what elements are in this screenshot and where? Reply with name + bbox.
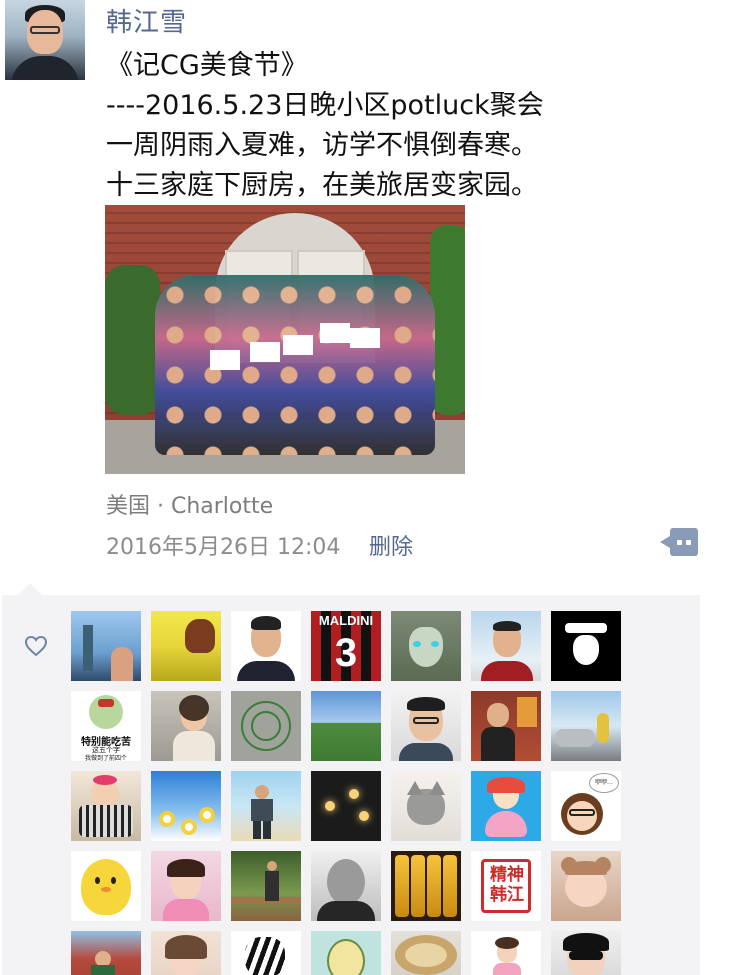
liker-avatar[interactable] bbox=[391, 691, 461, 761]
liker-avatar[interactable] bbox=[391, 931, 461, 975]
liker-avatar[interactable] bbox=[551, 611, 621, 681]
liker-avatar[interactable]: MALDINI 3 bbox=[311, 611, 381, 681]
liker-avatar[interactable] bbox=[551, 931, 621, 975]
photo-sign bbox=[320, 323, 350, 343]
delete-link[interactable]: 删除 bbox=[369, 529, 413, 561]
liker-avatar[interactable] bbox=[151, 771, 221, 841]
liker-avatar[interactable]: 精神韩江 bbox=[471, 851, 541, 921]
photo-sign bbox=[250, 342, 280, 362]
post-line: ----2016.5.23日晚小区potluck聚会 bbox=[106, 90, 544, 121]
seal-text: 精神韩江 bbox=[490, 865, 524, 905]
liker-avatar[interactable] bbox=[311, 931, 381, 975]
post-text: 《记CG美食节》 ----2016.5.23日晚小区potluck聚会 一周阴雨… bbox=[106, 46, 706, 206]
bubble-body bbox=[670, 528, 698, 556]
post-line: 一周阴雨入夏难，访学不惧倒春寒。 bbox=[106, 130, 538, 161]
likes-panel-arrow bbox=[18, 583, 42, 595]
avatar-body bbox=[11, 56, 79, 80]
sticker-line: 我做到了前四个 bbox=[84, 755, 127, 761]
bubble-tail bbox=[660, 536, 670, 548]
post-timestamp: 2016年5月26日 12:04 bbox=[106, 535, 341, 560]
liker-avatar[interactable] bbox=[231, 771, 301, 841]
photo-group-people bbox=[155, 275, 435, 455]
liker-avatar[interactable] bbox=[471, 931, 541, 975]
liker-avatar[interactable] bbox=[231, 851, 301, 921]
photo-sign bbox=[210, 350, 240, 370]
liker-avatar[interactable] bbox=[151, 691, 221, 761]
liker-avatar[interactable]: 咿咿… bbox=[551, 771, 621, 841]
photo-bush-left bbox=[105, 265, 160, 415]
post-line: 《记CG美食节》 bbox=[106, 50, 308, 81]
post-line: 十三家庭下厨房，在美旅居变家园。 bbox=[106, 170, 538, 201]
liker-avatar[interactable] bbox=[391, 851, 461, 921]
liker-avatar[interactable] bbox=[391, 611, 461, 681]
liker-avatar[interactable] bbox=[311, 771, 381, 841]
liker-avatar[interactable] bbox=[151, 611, 221, 681]
liker-avatar[interactable] bbox=[231, 931, 301, 975]
liker-avatar[interactable] bbox=[71, 771, 141, 841]
liker-avatar[interactable] bbox=[231, 611, 301, 681]
liker-avatar[interactable] bbox=[551, 851, 621, 921]
bubble-dot bbox=[686, 540, 691, 545]
speech-bubble-text: 咿咿… bbox=[594, 779, 613, 786]
liker-avatar[interactable] bbox=[311, 691, 381, 761]
liker-avatar[interactable] bbox=[471, 771, 541, 841]
liker-avatar[interactable]: 特别能吃苦 这五个字 我做到了前四个 bbox=[71, 691, 141, 761]
liker-avatar[interactable] bbox=[231, 691, 301, 761]
liker-avatar[interactable] bbox=[71, 851, 141, 921]
liker-avatar[interactable] bbox=[311, 851, 381, 921]
liker-avatar[interactable] bbox=[151, 931, 221, 975]
location-label[interactable]: 美国 · Charlotte bbox=[106, 488, 273, 520]
liker-avatar[interactable] bbox=[551, 691, 621, 761]
photo-sign bbox=[283, 335, 313, 355]
author-avatar[interactable] bbox=[5, 0, 85, 80]
comment-bubble-icon[interactable] bbox=[660, 528, 698, 556]
heart-icon bbox=[24, 635, 48, 657]
liker-avatar[interactable] bbox=[71, 931, 141, 975]
liker-avatar[interactable] bbox=[71, 611, 141, 681]
photo-sign bbox=[350, 328, 380, 348]
liker-avatar[interactable] bbox=[151, 851, 221, 921]
photo-bush-right bbox=[430, 225, 465, 415]
author-name[interactable]: 韩江雪 bbox=[106, 2, 187, 39]
liker-avatar[interactable] bbox=[471, 691, 541, 761]
liker-avatar[interactable] bbox=[471, 611, 541, 681]
post-photo[interactable] bbox=[105, 205, 465, 474]
liker-avatar[interactable] bbox=[391, 771, 461, 841]
bubble-dot bbox=[677, 540, 682, 545]
avatar-glasses bbox=[30, 26, 60, 34]
